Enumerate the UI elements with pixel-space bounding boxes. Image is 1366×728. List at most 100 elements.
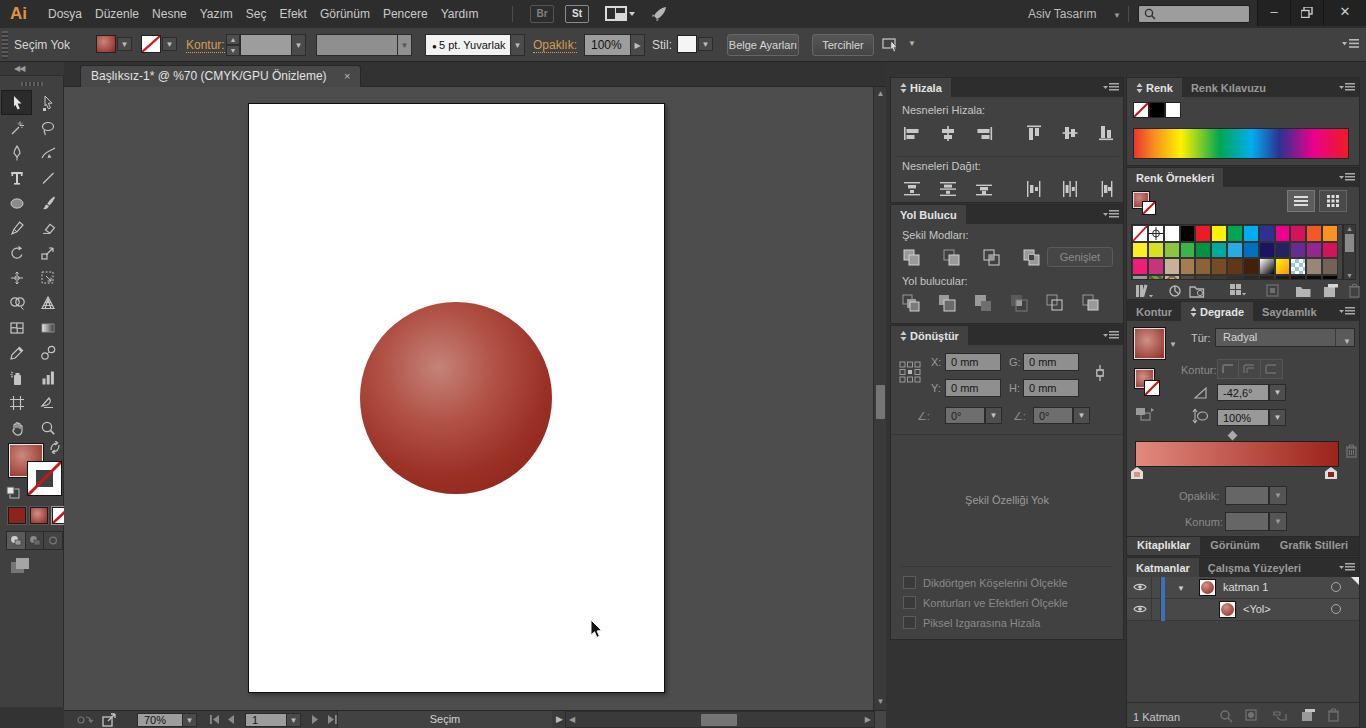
color-black-swatch[interactable] (1149, 102, 1165, 118)
ellipse-tool[interactable] (1, 190, 32, 215)
swatch-1-5[interactable] (1211, 242, 1227, 259)
tab-color[interactable]: Renk (1127, 78, 1182, 97)
swatch-0-10[interactable] (1290, 225, 1306, 242)
gradient-type-dropdown[interactable]: Radyal ▼ (1215, 328, 1355, 347)
locate-object-icon[interactable] (1219, 709, 1233, 723)
sublayer-target-icon[interactable] (1331, 604, 1341, 614)
menu-düzenle[interactable]: Düzenle (89, 7, 145, 21)
symbol-sprayer-tool[interactable] (1, 365, 32, 390)
new-sublayer-icon[interactable] (1273, 709, 1289, 723)
eyedropper-tool[interactable] (1, 340, 32, 365)
minimize-button[interactable]: – (1257, 0, 1290, 26)
document-tab[interactable]: Başlıksız-1* @ %70 (CMYK/GPU Önizleme) × (80, 65, 361, 87)
control-more-arrow[interactable]: ▼ (908, 39, 916, 48)
red-sphere-object[interactable] (360, 302, 552, 494)
swatch-0-8[interactable] (1259, 225, 1275, 242)
prev-artboard-icon[interactable] (227, 715, 235, 724)
stroke-color-indicator[interactable] (27, 461, 62, 496)
rotate-field[interactable]: 0° (945, 407, 985, 424)
swatch-2-11[interactable] (1306, 258, 1322, 275)
stop-opacity-field[interactable] (1225, 486, 1269, 505)
swatch-0-3[interactable] (1180, 225, 1196, 242)
vscroll-thumb[interactable] (876, 385, 885, 419)
swatch-0-12[interactable] (1322, 225, 1338, 242)
swatch-1-1[interactable] (1148, 242, 1164, 259)
rotate-tool[interactable] (1, 240, 32, 265)
width-tool[interactable] (1, 265, 32, 290)
expand-button[interactable]: Genişlet (1047, 247, 1113, 267)
fill-color-swatch[interactable] (96, 35, 116, 53)
recolor-artwork-icon[interactable] (882, 36, 904, 54)
hscroll-thumb[interactable] (701, 714, 737, 726)
tab-view[interactable]: Görünüm (1200, 537, 1270, 555)
stock-button[interactable]: St (565, 5, 589, 23)
aspect-ratio-dropdown[interactable]: ▼ (1269, 409, 1286, 426)
w-field[interactable]: 0 mm (1023, 353, 1079, 371)
swatch-3-1[interactable] (1148, 275, 1164, 281)
swatch-1-4[interactable] (1195, 242, 1211, 259)
rotate-dropdown[interactable]: ▼ (985, 407, 1002, 424)
menu-nesne[interactable]: Nesne (146, 7, 193, 21)
next-artboard-icon[interactable] (311, 715, 319, 724)
stop-opacity-dropdown[interactable]: ▼ (1269, 486, 1287, 505)
outline-icon[interactable] (1045, 293, 1067, 315)
swatch-2-6[interactable] (1227, 258, 1243, 275)
gradient-stop-end[interactable] (1325, 467, 1337, 479)
brush-dropdown[interactable]: ▼ (510, 34, 525, 56)
swatch-3-7[interactable] (1243, 275, 1259, 281)
pencil-tool[interactable] (1, 215, 32, 240)
style-swatch[interactable] (677, 35, 697, 53)
tab-align[interactable]: Hizala (891, 78, 951, 97)
stroke-color-swatch[interactable] (141, 35, 161, 53)
align-right-icon[interactable] (973, 122, 995, 146)
new-color-group-icon[interactable] (1295, 283, 1314, 299)
menu-efekt[interactable]: Efekt (274, 7, 313, 21)
hscroll-right-icon[interactable]: ▶ (865, 715, 871, 724)
swatch-3-0[interactable] (1132, 275, 1148, 281)
menu-dosya[interactable]: Dosya (42, 7, 88, 21)
canvas-pasteboard[interactable] (64, 87, 873, 710)
layer-row[interactable]: ▼ katman 1 (1127, 577, 1359, 599)
pixel-grid-checkbox[interactable] (903, 616, 916, 629)
default-fill-stroke-icon[interactable] (6, 486, 20, 499)
layers-panel-menu-icon[interactable] (1339, 563, 1355, 573)
layer-thumbnail[interactable] (1199, 579, 1216, 596)
first-artboard-icon[interactable] (210, 715, 220, 724)
tab-artboards[interactable]: Çalışma Yüzeyleri (1199, 558, 1310, 577)
eraser-tool[interactable] (32, 215, 63, 240)
gradient-ramp[interactable] (1135, 441, 1339, 467)
tab-libraries[interactable]: Kitaplıklar (1127, 537, 1200, 555)
draw-behind-button[interactable] (26, 531, 45, 550)
controlbar-grip[interactable] (2, 31, 8, 59)
exclude-icon[interactable] (1021, 247, 1043, 269)
sublayer-name[interactable]: <Yol> (1243, 603, 1271, 615)
swatch-1-11[interactable] (1306, 242, 1322, 259)
swatch-2-4[interactable] (1195, 258, 1211, 275)
menu-yardım[interactable]: Yardım (435, 7, 485, 21)
swatch-3-2[interactable] (1164, 275, 1180, 281)
swatch-scrollbar[interactable]: ▲ ▼ (1343, 224, 1356, 280)
stroke-across-button[interactable] (1261, 359, 1283, 379)
color-white-swatch[interactable] (1165, 102, 1181, 118)
list-view-button[interactable] (1287, 190, 1315, 212)
shear-field[interactable]: 0° (1033, 407, 1073, 424)
pen-tool[interactable] (1, 140, 32, 165)
document-setup-button[interactable]: Belge Ayarları (727, 34, 799, 56)
swatch-2-8[interactable] (1259, 258, 1275, 275)
tab-layers[interactable]: Katmanlar (1127, 558, 1199, 577)
tab-transparency[interactable]: Saydamlık (1253, 302, 1325, 321)
swatch-2-7[interactable] (1243, 258, 1259, 275)
pathfinder-panel-menu-icon[interactable] (1103, 210, 1119, 220)
panel-collapse-icon[interactable] (1136, 83, 1143, 93)
swatch-0-11[interactable] (1306, 225, 1322, 242)
zoom-dropdown[interactable]: ▼ (182, 713, 197, 727)
swatch-2-12[interactable] (1322, 258, 1338, 275)
transform-panel-menu-icon[interactable] (1103, 331, 1119, 341)
arrange-documents-icon[interactable] (605, 6, 635, 22)
tab-graphic-styles[interactable]: Grafik Stilleri (1270, 537, 1358, 555)
merge-icon[interactable] (973, 293, 995, 315)
reference-point-icon[interactable] (899, 358, 921, 386)
swatch-1-3[interactable] (1180, 242, 1196, 259)
restore-button[interactable] (1290, 0, 1323, 26)
search-input[interactable] (1138, 5, 1250, 23)
